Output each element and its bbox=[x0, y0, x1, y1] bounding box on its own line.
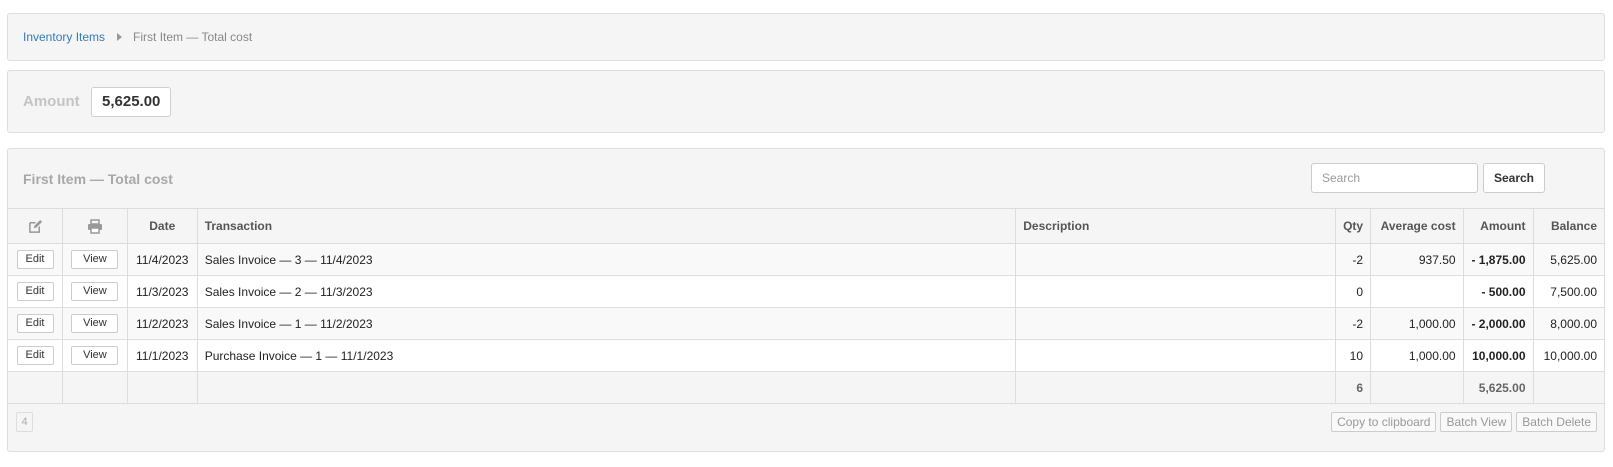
col-header-amount[interactable]: Amount bbox=[1462, 208, 1534, 244]
table-row: Edit View 11/2/2023 Sales Invoice — 1 — … bbox=[8, 307, 1604, 340]
edit-button[interactable]: Edit bbox=[16, 346, 54, 365]
cell-balance: 5,625.00 bbox=[1532, 243, 1604, 276]
cell-balance: 7,500.00 bbox=[1532, 275, 1604, 308]
edit-button[interactable]: Edit bbox=[16, 250, 54, 269]
col-header-date[interactable]: Date bbox=[126, 208, 198, 244]
col-header-average-cost[interactable]: Average cost bbox=[1370, 208, 1464, 244]
col-header-description[interactable]: Description bbox=[1015, 208, 1337, 244]
cell-amount: - 2,000.00 bbox=[1462, 307, 1534, 340]
amount-panel: Amount 5,625.00 bbox=[7, 70, 1605, 133]
cell-average-cost: 937.50 bbox=[1370, 243, 1464, 276]
col-header-transaction[interactable]: Transaction bbox=[196, 208, 1017, 244]
print-icon bbox=[87, 218, 102, 234]
table-header-row: Date Transaction Description Qty Average… bbox=[8, 208, 1604, 244]
amount-label: Amount bbox=[23, 93, 80, 110]
cell-balance: 8,000.00 bbox=[1532, 307, 1604, 340]
total-amount: 5,625.00 bbox=[1462, 371, 1534, 404]
cell-description bbox=[1015, 307, 1337, 340]
table-row: Edit View 11/1/2023 Purchase Invoice — 1… bbox=[8, 339, 1604, 372]
table-title: First Item — Total cost bbox=[23, 171, 173, 187]
search-button[interactable]: Search bbox=[1483, 163, 1545, 193]
table-row: Edit View 11/4/2023 Sales Invoice — 3 — … bbox=[8, 243, 1604, 276]
transactions-panel: First Item — Total cost Search Search Da… bbox=[7, 148, 1605, 452]
table-row: Edit View 11/3/2023 Sales Invoice — 2 — … bbox=[8, 275, 1604, 308]
amount-value: 5,625.00 bbox=[91, 87, 172, 117]
copy-to-clipboard-button[interactable]: Copy to clipboard bbox=[1331, 412, 1437, 432]
batch-view-button[interactable]: Batch View bbox=[1440, 412, 1513, 432]
cell-date: 11/1/2023 bbox=[126, 339, 198, 372]
cell-average-cost: 1,000.00 bbox=[1370, 307, 1464, 340]
breadcrumb-panel: Inventory Items First Item — Total cost bbox=[7, 13, 1605, 61]
cell-qty: -2 bbox=[1335, 243, 1372, 276]
cell-qty: 0 bbox=[1335, 275, 1372, 308]
edit-button[interactable]: Edit bbox=[16, 314, 54, 333]
cell-transaction[interactable]: Sales Invoice — 3 — 11/4/2023 bbox=[196, 243, 1017, 276]
row-count-badge: 4 bbox=[16, 412, 33, 432]
cell-description bbox=[1015, 243, 1337, 276]
cell-qty: 10 bbox=[1335, 339, 1372, 372]
breadcrumb-link-inventory-items[interactable]: Inventory Items bbox=[23, 30, 105, 44]
col-header-edit bbox=[8, 208, 63, 244]
footer-actions: Copy to clipboard Batch View Batch Delet… bbox=[1331, 412, 1597, 432]
edit-icon bbox=[28, 219, 42, 233]
cell-average-cost bbox=[1370, 275, 1464, 308]
batch-delete-button[interactable]: Batch Delete bbox=[1516, 412, 1597, 432]
cell-transaction[interactable]: Purchase Invoice — 1 — 11/1/2023 bbox=[196, 339, 1017, 372]
breadcrumb: Inventory Items First Item — Total cost bbox=[23, 30, 252, 44]
cell-amount: - 500.00 bbox=[1462, 275, 1534, 308]
cell-average-cost: 1,000.00 bbox=[1370, 339, 1464, 372]
view-button[interactable]: View bbox=[71, 314, 119, 333]
cell-qty: -2 bbox=[1335, 307, 1372, 340]
totals-row: 6 5,625.00 bbox=[8, 371, 1604, 404]
col-header-qty[interactable]: Qty bbox=[1335, 208, 1372, 244]
search-input[interactable] bbox=[1311, 163, 1478, 193]
cell-amount: 10,000.00 bbox=[1462, 339, 1534, 372]
cell-transaction[interactable]: Sales Invoice — 1 — 11/2/2023 bbox=[196, 307, 1017, 340]
breadcrumb-current: First Item — Total cost bbox=[133, 30, 253, 44]
cell-amount: - 1,875.00 bbox=[1462, 243, 1534, 276]
total-qty: 6 bbox=[1335, 371, 1372, 404]
view-button[interactable]: View bbox=[71, 282, 119, 301]
transactions-table: Date Transaction Description Qty Average… bbox=[8, 208, 1604, 404]
cell-balance: 10,000.00 bbox=[1532, 339, 1604, 372]
cell-date: 11/2/2023 bbox=[126, 307, 198, 340]
col-header-print bbox=[62, 208, 128, 244]
breadcrumb-separator-icon bbox=[117, 33, 123, 41]
cell-description bbox=[1015, 275, 1337, 308]
view-button[interactable]: View bbox=[71, 346, 119, 365]
cell-transaction[interactable]: Sales Invoice — 2 — 11/3/2023 bbox=[196, 275, 1017, 308]
view-button[interactable]: View bbox=[71, 250, 119, 269]
col-header-balance[interactable]: Balance bbox=[1532, 208, 1604, 244]
cell-date: 11/4/2023 bbox=[126, 243, 198, 276]
cell-description bbox=[1015, 339, 1337, 372]
cell-date: 11/3/2023 bbox=[126, 275, 198, 308]
edit-button[interactable]: Edit bbox=[16, 282, 54, 301]
